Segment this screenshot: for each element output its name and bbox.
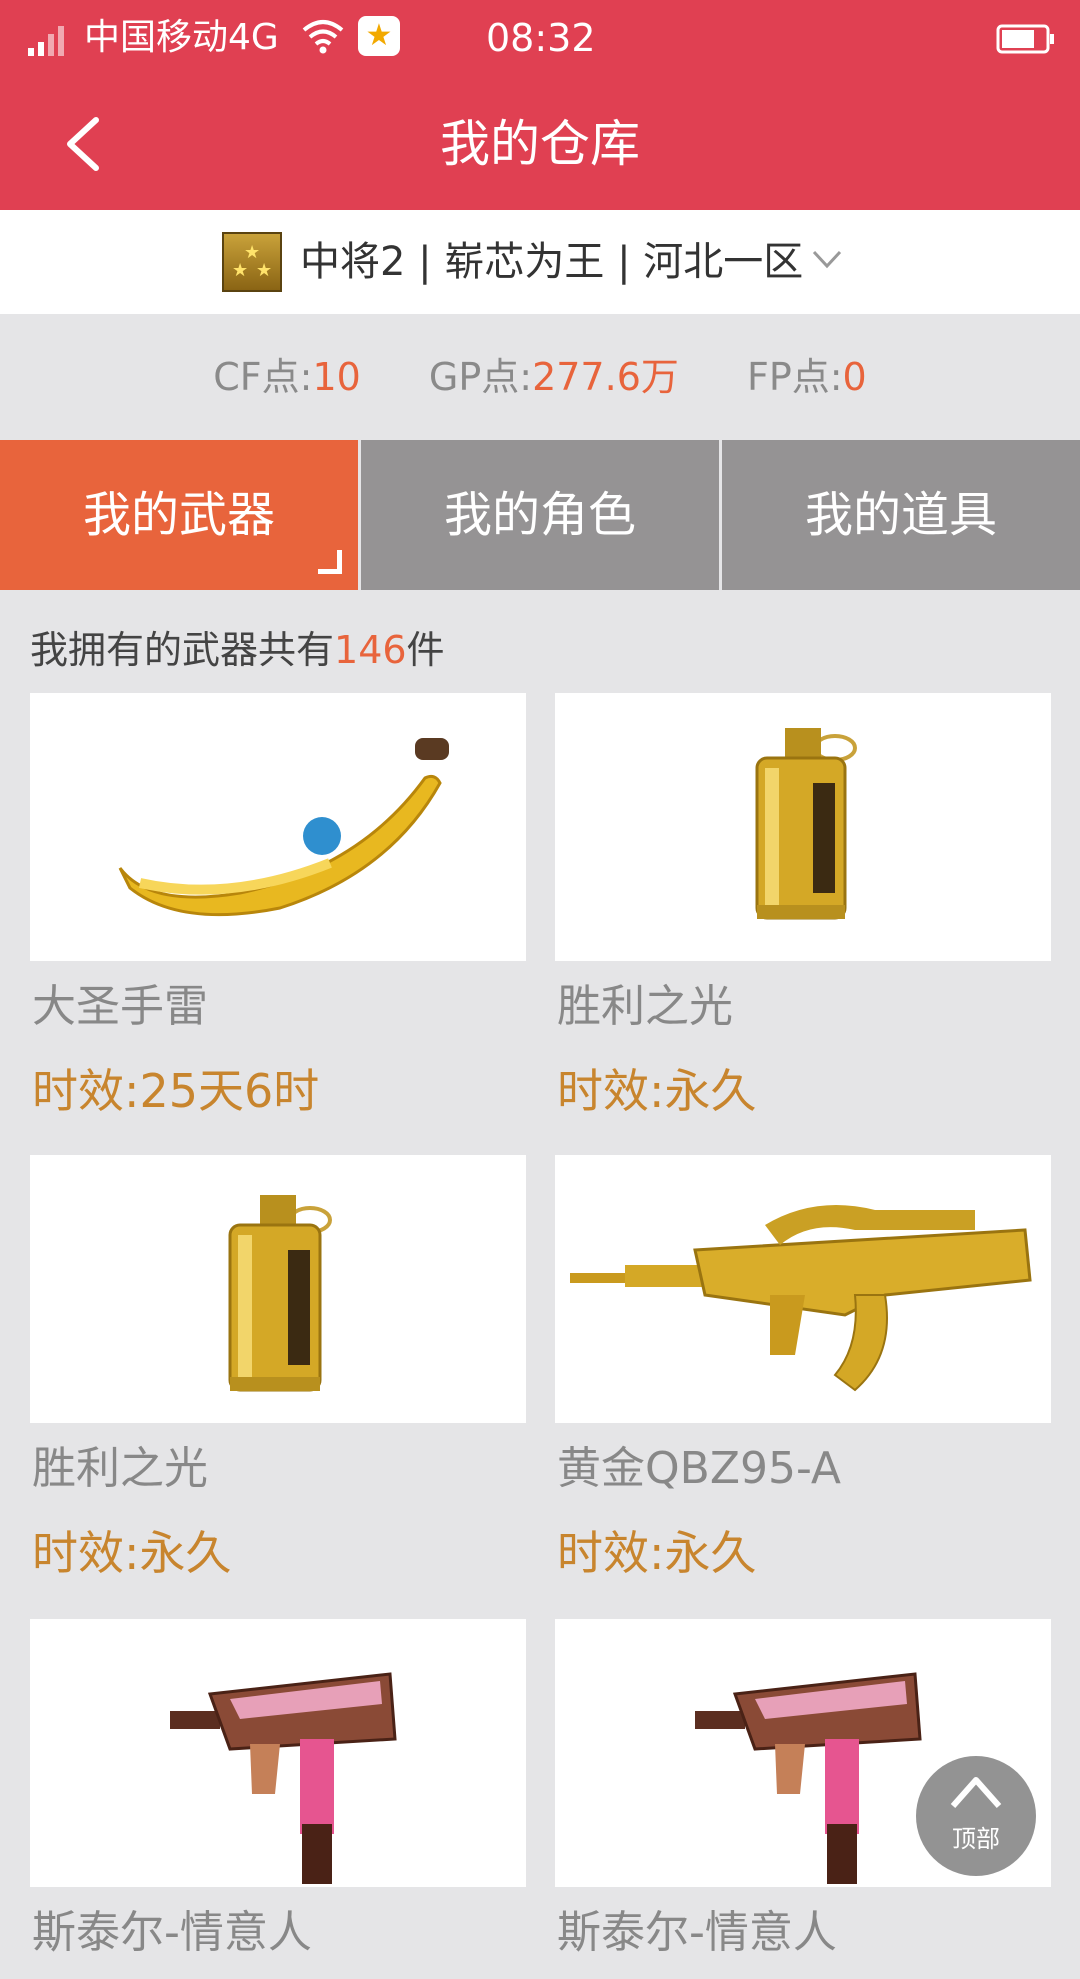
gold-flashbang-image — [30, 1155, 526, 1423]
pink-smg-image — [30, 1619, 526, 1887]
gold-flashbang-image — [555, 693, 1051, 961]
tab-props[interactable]: 我的道具 — [722, 440, 1080, 590]
battery-icon — [996, 24, 1054, 54]
nav-bar: 我的仓库 — [0, 78, 1080, 210]
carrier-label: 中国移动4G — [84, 17, 279, 58]
weapon-name: 黄金QBZ95-A — [557, 1443, 841, 1494]
account-selector[interactable]: ★ ★ ★ 中将2 | 崭芯为王 | 河北一区 — [0, 210, 1080, 314]
fp-points: FP点:0 — [746, 355, 867, 399]
tab-roles-label: 我的角色 — [443, 487, 636, 543]
weapon-duration: 时效:永久 — [557, 1526, 757, 1580]
category-tabs: 我的武器 我的角色 我的道具 — [0, 440, 1080, 590]
chevron-down-icon — [812, 250, 842, 269]
selected-corner-icon — [318, 550, 342, 574]
page-title: 我的仓库 — [440, 115, 640, 173]
weapon-card[interactable]: 黄金QBZ95-A 时效:永久 — [555, 1155, 1051, 1591]
weapon-card[interactable]: 胜利之光 时效:永久 — [30, 1155, 526, 1591]
rank-badge-icon: ★ ★ ★ — [222, 232, 282, 292]
weapon-name: 斯泰尔-情意人 — [32, 1907, 312, 1958]
status-bar: 中国移动4G ★ 08:32 — [0, 0, 1080, 78]
clock: 08:32 — [486, 16, 596, 60]
cf-points: CF点:10 — [213, 355, 361, 399]
back-to-top-label: 顶部 — [952, 1825, 1000, 1853]
gp-points: GP点:277.6万 — [428, 355, 679, 399]
gold-rifle-image — [555, 1155, 1051, 1423]
back-to-top-button[interactable]: 顶部 — [916, 1756, 1036, 1876]
weapon-count: 我拥有的武器共有146件 — [30, 628, 445, 672]
tab-props-label: 我的道具 — [804, 487, 997, 543]
weapon-card[interactable]: 胜利之光 时效:永久 — [555, 693, 1051, 1129]
weapon-duration: 时效:25天6时 — [32, 1064, 320, 1118]
weapon-name: 斯泰尔-情意人 — [557, 1907, 837, 1958]
account-name: 中将2 | 崭芯为王 | 河北一区 — [300, 239, 804, 285]
tab-roles[interactable]: 我的角色 — [361, 440, 719, 590]
tab-weapons[interactable]: 我的武器 — [0, 440, 358, 590]
star-app-icon: ★ — [358, 16, 400, 56]
banana-grenade-image — [30, 693, 526, 961]
weapon-duration: 时效:永久 — [557, 1064, 757, 1118]
tab-weapons-label: 我的武器 — [82, 487, 275, 543]
wifi-icon — [302, 20, 344, 54]
signal-icon — [28, 26, 64, 56]
weapon-name: 胜利之光 — [32, 1443, 208, 1494]
weapon-card[interactable]: 斯泰尔-情意人 — [30, 1619, 526, 1979]
weapon-duration: 时效:永久 — [32, 1526, 232, 1580]
weapon-name: 大圣手雷 — [32, 981, 208, 1032]
weapon-name: 胜利之光 — [557, 981, 733, 1032]
points-bar: CF点:10 GP点:277.6万 FP点:0 — [0, 314, 1080, 440]
weapon-card[interactable]: 大圣手雷 时效:25天6时 — [30, 693, 526, 1129]
chevron-up-icon — [950, 1777, 1002, 1808]
